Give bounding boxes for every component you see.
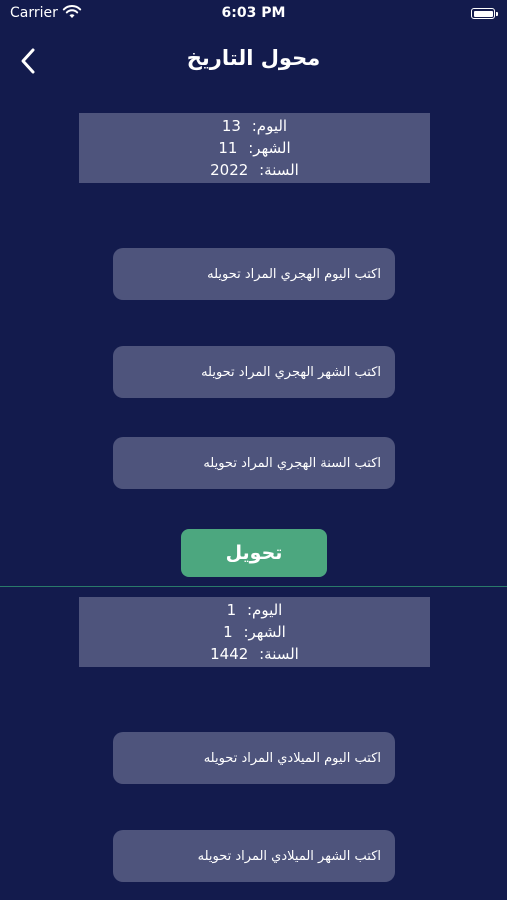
year-value: 1442	[210, 645, 249, 663]
month-label: الشهر:	[243, 623, 286, 641]
day-label: اليوم:	[251, 117, 288, 135]
page-title: محول التاريخ	[186, 46, 321, 70]
hijri-year-input[interactable]	[113, 437, 395, 489]
year-row: السنة: 1442	[79, 643, 430, 665]
day-row: اليوم: 1	[79, 599, 430, 621]
year-row: السنة: 2022	[79, 159, 430, 181]
convert-button[interactable]: تحويل	[181, 529, 327, 577]
year-label: السنة:	[259, 161, 299, 179]
year-label: السنة:	[259, 645, 299, 663]
month-value: 11	[218, 139, 238, 157]
status-bar: Carrier 6:03 PM	[0, 0, 507, 28]
gregorian-month-input[interactable]	[113, 830, 395, 882]
hijri-result-box: اليوم: 1 الشهر: 1 السنة: 1442	[79, 597, 430, 667]
section-divider	[0, 586, 507, 587]
battery-icon	[471, 8, 498, 19]
day-row: اليوم: 13	[79, 115, 430, 137]
hijri-month-input[interactable]	[113, 346, 395, 398]
month-row: الشهر: 1	[79, 621, 430, 643]
month-value: 1	[223, 623, 233, 641]
gregorian-result-box: اليوم: 13 الشهر: 11 السنة: 2022	[79, 113, 430, 183]
month-label: الشهر:	[248, 139, 291, 157]
month-row: الشهر: 11	[79, 137, 430, 159]
day-value: 1	[226, 601, 237, 619]
year-value: 2022	[210, 161, 249, 179]
day-value: 13	[221, 117, 241, 135]
gregorian-day-input[interactable]	[113, 732, 395, 784]
clock: 6:03 PM	[221, 5, 286, 21]
day-label: اليوم:	[246, 601, 283, 619]
hijri-day-input[interactable]	[113, 248, 395, 300]
